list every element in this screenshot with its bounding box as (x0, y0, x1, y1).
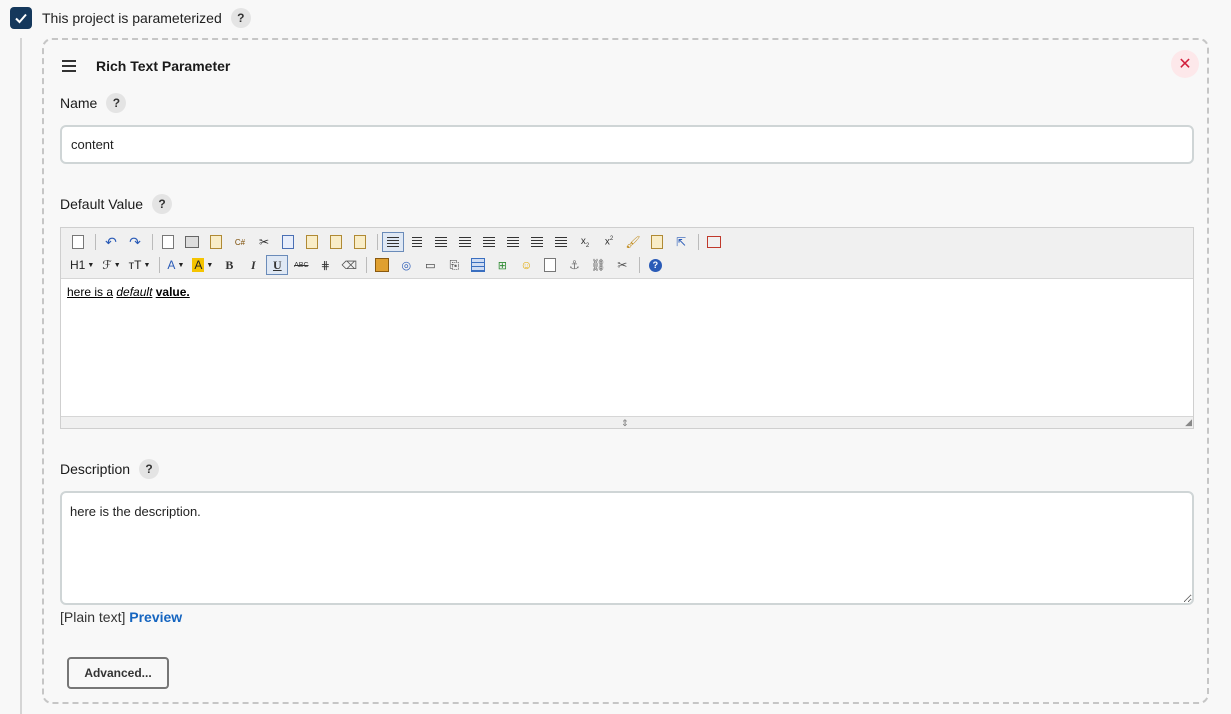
font-size-label: тT (128, 258, 142, 272)
table-icon[interactable] (467, 255, 489, 275)
fullscreen-icon[interactable] (703, 232, 725, 252)
preview-link[interactable]: Preview (129, 609, 182, 625)
format-painter-icon[interactable] (646, 232, 668, 252)
heading-label: H1 (70, 258, 86, 272)
editor-toolbar: ↶ ↷ C# ✂ x2 x2 🖌 ⇱ H1 ▼ ℱ ▼ тT ▼ A ▼ A ▼… (61, 228, 1193, 279)
highlight-icon: A (192, 258, 205, 272)
description-textarea[interactable]: here is the description. (60, 491, 1194, 605)
map-icon[interactable]: ◎ (395, 255, 417, 275)
paste-icon[interactable] (301, 232, 323, 252)
subscript-icon[interactable]: x2 (574, 232, 596, 252)
toolbar-separator (698, 234, 699, 250)
page-break-icon[interactable] (539, 255, 561, 275)
undo-icon[interactable]: ↶ (100, 232, 122, 252)
highlight-color-dropdown[interactable]: A ▼ (189, 255, 216, 275)
description-label: Description (60, 461, 131, 477)
checkmark-icon (15, 13, 27, 24)
name-help-icon[interactable]: ? (106, 93, 127, 113)
description-help-icon[interactable]: ? (139, 459, 160, 479)
heading-dropdown[interactable]: H1 ▼ (67, 255, 97, 275)
font-color-icon: A (167, 258, 176, 272)
toolbar-separator (159, 257, 161, 273)
clean-icon[interactable]: 🖌 (622, 232, 644, 252)
copy-icon[interactable] (277, 232, 299, 252)
close-icon: ✕ (1178, 56, 1192, 73)
content-text-1: here is a (67, 285, 114, 299)
align-right-icon[interactable] (430, 232, 452, 252)
rich-text-editor[interactable]: ↶ ↷ C# ✂ x2 x2 🖌 ⇱ H1 ▼ ℱ ▼ тT ▼ A ▼ A ▼… (60, 227, 1194, 429)
parameter-type-title: Rich Text Parameter (96, 58, 231, 74)
bold-icon[interactable]: B (218, 255, 240, 275)
editor-content[interactable]: here is a default value. (67, 285, 190, 299)
section-rule (20, 38, 22, 714)
default-value-label-row: Default Value ? (60, 194, 173, 214)
indent-icon[interactable] (526, 232, 548, 252)
link-icon[interactable]: ⛓ (587, 255, 609, 275)
numbered-list-icon[interactable] (478, 232, 500, 252)
unlink-icon[interactable]: ✂ (611, 255, 633, 275)
align-justify-icon[interactable] (454, 232, 476, 252)
cut-icon[interactable]: ✂ (253, 232, 275, 252)
resize-handle-icon[interactable]: ⇕ (621, 418, 629, 429)
source-icon[interactable] (67, 232, 89, 252)
default-value-label: Default Value (60, 196, 144, 212)
align-center-icon[interactable] (406, 232, 428, 252)
toolbar-separator (639, 257, 641, 273)
insert-row-icon[interactable]: ⊞ (491, 255, 513, 275)
advanced-button[interactable]: Advanced... (67, 657, 169, 689)
parameterized-checkbox[interactable] (10, 7, 32, 29)
toolbar-separator (95, 234, 96, 250)
toolbar-row-2: H1▼ ℱ▼ тT▼ A▼ A▼ B I U ABC ⋕ ⌫ ◎ ▭ (67, 254, 668, 276)
bullet-list-icon[interactable] (502, 232, 524, 252)
image-icon[interactable] (371, 255, 393, 275)
eraser-icon[interactable]: ⌫ (338, 255, 360, 275)
outdent-icon[interactable] (550, 232, 572, 252)
italic-icon[interactable]: I (242, 255, 264, 275)
media-icon[interactable]: ▭ (419, 255, 441, 275)
paste-text-icon[interactable] (325, 232, 347, 252)
format-indicator: [Plain text] (60, 609, 126, 625)
help-icon[interactable]: ? (644, 255, 666, 275)
editor-statusbar: ⇕ ◢ (61, 416, 1193, 428)
hr-icon[interactable]: ⋕ (314, 255, 336, 275)
parameterized-help-icon[interactable]: ? (230, 8, 251, 28)
template-icon[interactable] (205, 232, 227, 252)
attachment-icon[interactable]: ⎘ (443, 255, 465, 275)
redo-icon[interactable]: ↷ (124, 232, 146, 252)
strikethrough-icon[interactable]: ABC (290, 255, 312, 275)
anchor-icon[interactable]: ⚓ (563, 255, 585, 275)
font-color-dropdown[interactable]: A ▼ (164, 255, 187, 275)
corner-resize-icon[interactable]: ◢ (1185, 417, 1192, 428)
align-left-icon[interactable] (382, 232, 404, 252)
description-label-row: Description ? (60, 459, 160, 479)
default-value-help-icon[interactable]: ? (152, 194, 173, 214)
font-size-dropdown[interactable]: тT ▼ (126, 255, 154, 275)
content-text-bold: value. (155, 285, 190, 299)
parameterized-row: This project is parameterized ? (10, 7, 251, 29)
find-icon[interactable] (157, 232, 179, 252)
print-icon[interactable] (181, 232, 203, 252)
emoticon-icon[interactable]: ☺ (515, 255, 537, 275)
name-label-row: Name ? (60, 93, 127, 113)
description-format-row: [Plain text] Preview (60, 609, 182, 625)
drag-handle-icon[interactable] (62, 60, 76, 75)
parameterized-label: This project is parameterized (42, 10, 222, 26)
toolbar-separator (152, 234, 153, 250)
paste-word-icon[interactable] (349, 232, 371, 252)
font-family-dropdown[interactable]: ℱ ▼ (99, 255, 123, 275)
select-icon[interactable]: ⇱ (670, 232, 692, 252)
content-text-italic: default (116, 285, 153, 299)
code-sample-icon[interactable]: C# (229, 232, 251, 252)
name-input[interactable] (60, 125, 1194, 164)
toolbar-separator (377, 234, 378, 250)
superscript-icon[interactable]: x2 (598, 232, 620, 252)
delete-parameter-button[interactable]: ✕ (1171, 50, 1199, 78)
underline-icon[interactable]: U (266, 255, 289, 275)
toolbar-separator (366, 257, 368, 273)
toolbar-row-1: ↶ ↷ C# ✂ x2 x2 🖌 ⇱ (67, 231, 727, 253)
font-family-label: ℱ (102, 258, 112, 272)
name-label: Name (60, 95, 98, 111)
